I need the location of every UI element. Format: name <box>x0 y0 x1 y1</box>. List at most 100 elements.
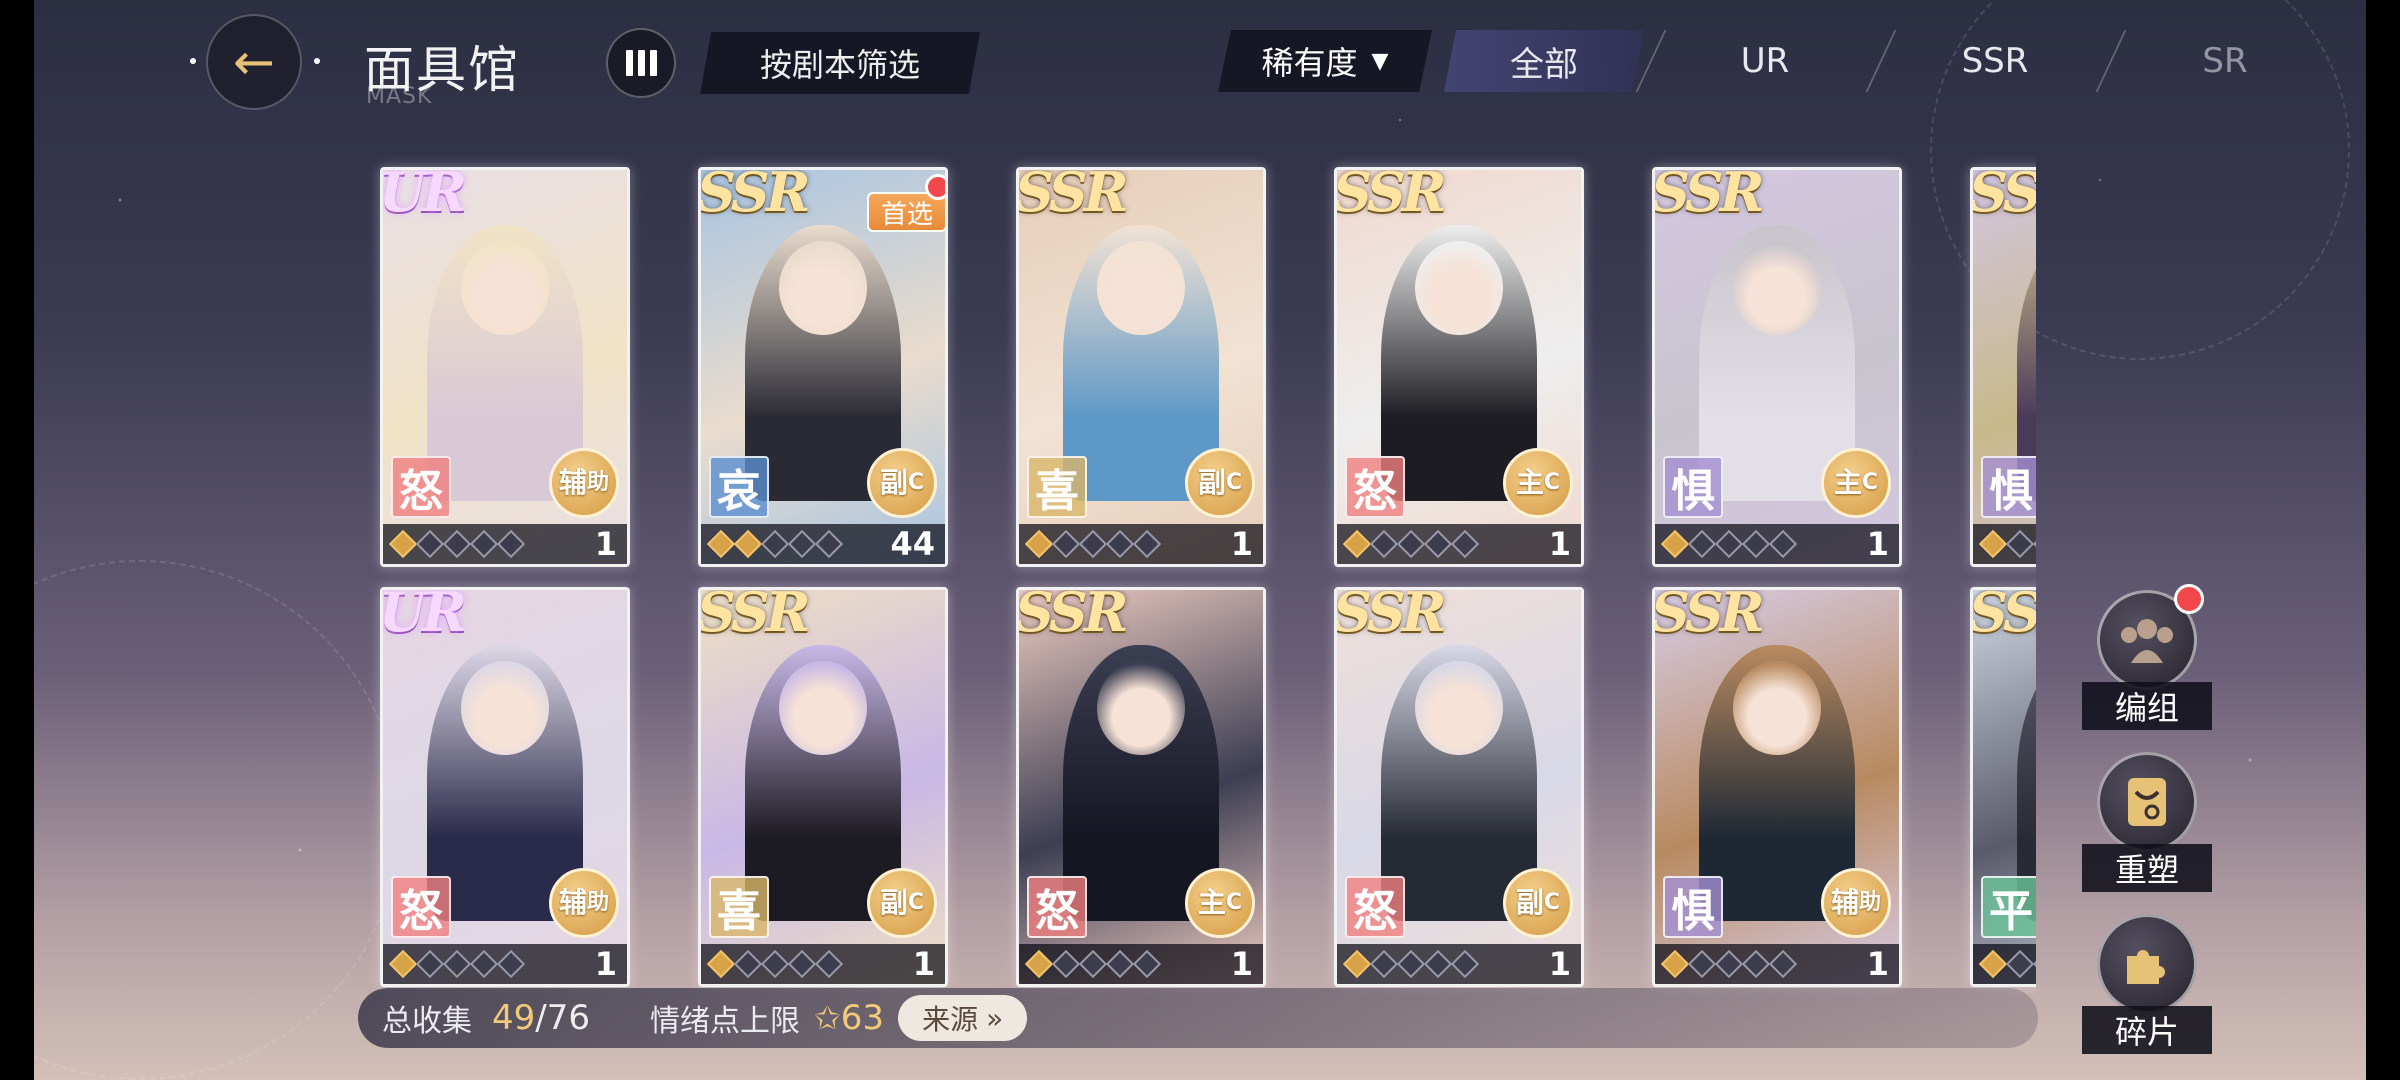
tab-label: 全部 <box>1510 44 1578 85</box>
mask-card[interactable]: UR 怒 辅助 1 <box>380 167 630 567</box>
notification-dot <box>2174 584 2204 614</box>
card-level: 1 <box>594 945 617 983</box>
role-text-a: 主 <box>1833 466 1862 499</box>
role-text-b: C <box>1225 890 1243 915</box>
rarity-label: SSR <box>698 587 811 644</box>
role-text-a: 副 <box>879 886 908 919</box>
card-footer: 1 <box>1655 944 1899 984</box>
fragment-button[interactable]: 碎片 <box>2082 914 2212 1054</box>
awaken-pip-icon <box>1741 529 1771 559</box>
character-head <box>779 240 867 336</box>
role-badge: 副C <box>867 868 937 938</box>
mask-icon <box>2097 752 2197 852</box>
mask-card[interactable]: SSR 惧 辅助 1 <box>1652 587 1902 987</box>
card-level: 1 <box>594 525 617 563</box>
total-count: /76 <box>535 998 590 1038</box>
collected-count: 49 <box>492 998 536 1038</box>
awaken-pip-icon <box>814 529 844 559</box>
emotion-badge: 怒 <box>391 876 451 938</box>
awaken-pip-icon <box>1768 949 1798 979</box>
awaken-pip-icon <box>1768 529 1798 559</box>
group-button[interactable]: 编组 <box>2082 584 2212 730</box>
awaken-pip-icon <box>706 529 736 559</box>
decor-dot <box>190 58 196 64</box>
card-footer: 44 <box>701 524 945 564</box>
script-filter-button[interactable]: 按剧本筛选 <box>700 32 980 94</box>
awaken-pip-icon <box>1132 529 1162 559</box>
card-footer: 1 <box>1973 524 2036 564</box>
role-text-a: 主 <box>1197 886 1226 919</box>
mask-card[interactable]: SSR 喜 副 C 1 <box>1016 167 1266 567</box>
awaken-pip-icon <box>1423 949 1453 979</box>
decor-dot <box>314 58 320 64</box>
character-head <box>1415 660 1503 756</box>
tab-all[interactable]: 全部 <box>1444 30 1644 92</box>
tab-ssr[interactable]: SSR <box>1900 30 2090 92</box>
card-level: 1 <box>1548 945 1571 983</box>
mask-card[interactable]: SSR 怒 副 C 1 <box>1334 587 1584 987</box>
emotion-cap-value: 63 <box>840 998 885 1038</box>
screen-edge-right <box>2366 0 2400 1080</box>
tab-label: UR <box>1740 41 1790 81</box>
awaken-pip-icon <box>469 529 499 559</box>
role-text-a: 主 <box>1515 466 1544 499</box>
mask-card[interactable]: SSR 首选哀副 C 44 <box>698 167 948 567</box>
awaken-pip-icon <box>733 529 763 559</box>
awaken-pip-icon <box>388 949 418 979</box>
character-head <box>461 660 549 756</box>
role-text-b: 助 <box>587 890 610 915</box>
source-label: 来源 <box>922 1003 979 1036</box>
back-button[interactable]: ← <box>206 14 302 110</box>
mask-card[interactable]: SSR惧主C1 <box>1970 167 2036 567</box>
character-head <box>461 240 549 336</box>
awaken-pip-icon <box>1687 949 1717 979</box>
mask-card[interactable]: SSR惧主C1 <box>1652 167 1902 567</box>
awaken-pip-icon <box>1369 949 1399 979</box>
remold-label: 重塑 <box>2082 844 2212 892</box>
mask-card[interactable]: SSR 怒 主 C 1 <box>1334 167 1584 567</box>
role-text-b: C <box>1543 890 1561 915</box>
role-badge: 副C <box>867 448 937 518</box>
mask-card[interactable]: SSR 怒 主 C 1 <box>1016 587 1266 987</box>
back-arrow-icon: ← <box>233 33 275 91</box>
role-text-b: 助 <box>1859 890 1882 915</box>
emotion-badge: 怒 <box>1027 876 1087 938</box>
awaken-pip-icon <box>1078 529 1108 559</box>
awaken-pip-icon <box>787 949 817 979</box>
card-footer: 1 <box>383 524 627 564</box>
role-badge: 主C <box>1821 448 1891 518</box>
mask-card[interactable]: SSR 喜 副 C 1 <box>698 587 948 987</box>
star-icon: ✩ <box>813 999 841 1037</box>
role-text-b: 助 <box>587 470 610 495</box>
character-head <box>1097 660 1185 756</box>
mask-card-grid[interactable]: UR怒辅助1SSR首选哀副C44SSR喜副C1SSR怒主C1SSR惧主C1SSR… <box>360 155 2036 995</box>
awaken-pip-icon <box>1741 949 1771 979</box>
awaken-pip-icon <box>415 529 445 559</box>
tab-ur[interactable]: UR <box>1670 30 1860 92</box>
list-view-button[interactable] <box>606 28 676 98</box>
rarity-label: UR <box>380 587 467 644</box>
emotion-badge: 惧 <box>1981 456 2036 518</box>
awaken-pip-icon <box>1132 949 1162 979</box>
card-footer: 1 <box>1655 524 1899 564</box>
awaken-pip-icon <box>1450 949 1480 979</box>
awaken-pip-icon <box>2032 949 2036 979</box>
emotion-badge: 怒 <box>1345 876 1405 938</box>
double-chevron-icon: » <box>986 1001 1004 1035</box>
awaken-pip-icon <box>1024 529 1054 559</box>
mask-card[interactable]: UR 怒 辅助 1 <box>380 587 630 987</box>
tab-sr[interactable]: SR <box>2130 30 2320 92</box>
group-label: 编组 <box>2082 682 2212 730</box>
emotion-badge: 喜 <box>1027 456 1087 518</box>
role-text-a: 辅 <box>1830 886 1859 919</box>
awaken-pip-icon <box>2032 529 2036 559</box>
awaken-pip-icon <box>1396 529 1426 559</box>
puzzle-icon <box>2097 914 2197 1014</box>
source-button[interactable]: 来源 » <box>898 995 1028 1041</box>
mask-card[interactable]: SSR平辅助1 <box>1970 587 2036 987</box>
awaken-pip-icon <box>388 529 418 559</box>
awaken-pip-icon <box>2005 949 2035 979</box>
character-head <box>1415 240 1503 336</box>
remold-button[interactable]: 重塑 <box>2082 752 2212 892</box>
rarity-sort-button[interactable]: 稀有度 ▼ <box>1218 30 1432 92</box>
